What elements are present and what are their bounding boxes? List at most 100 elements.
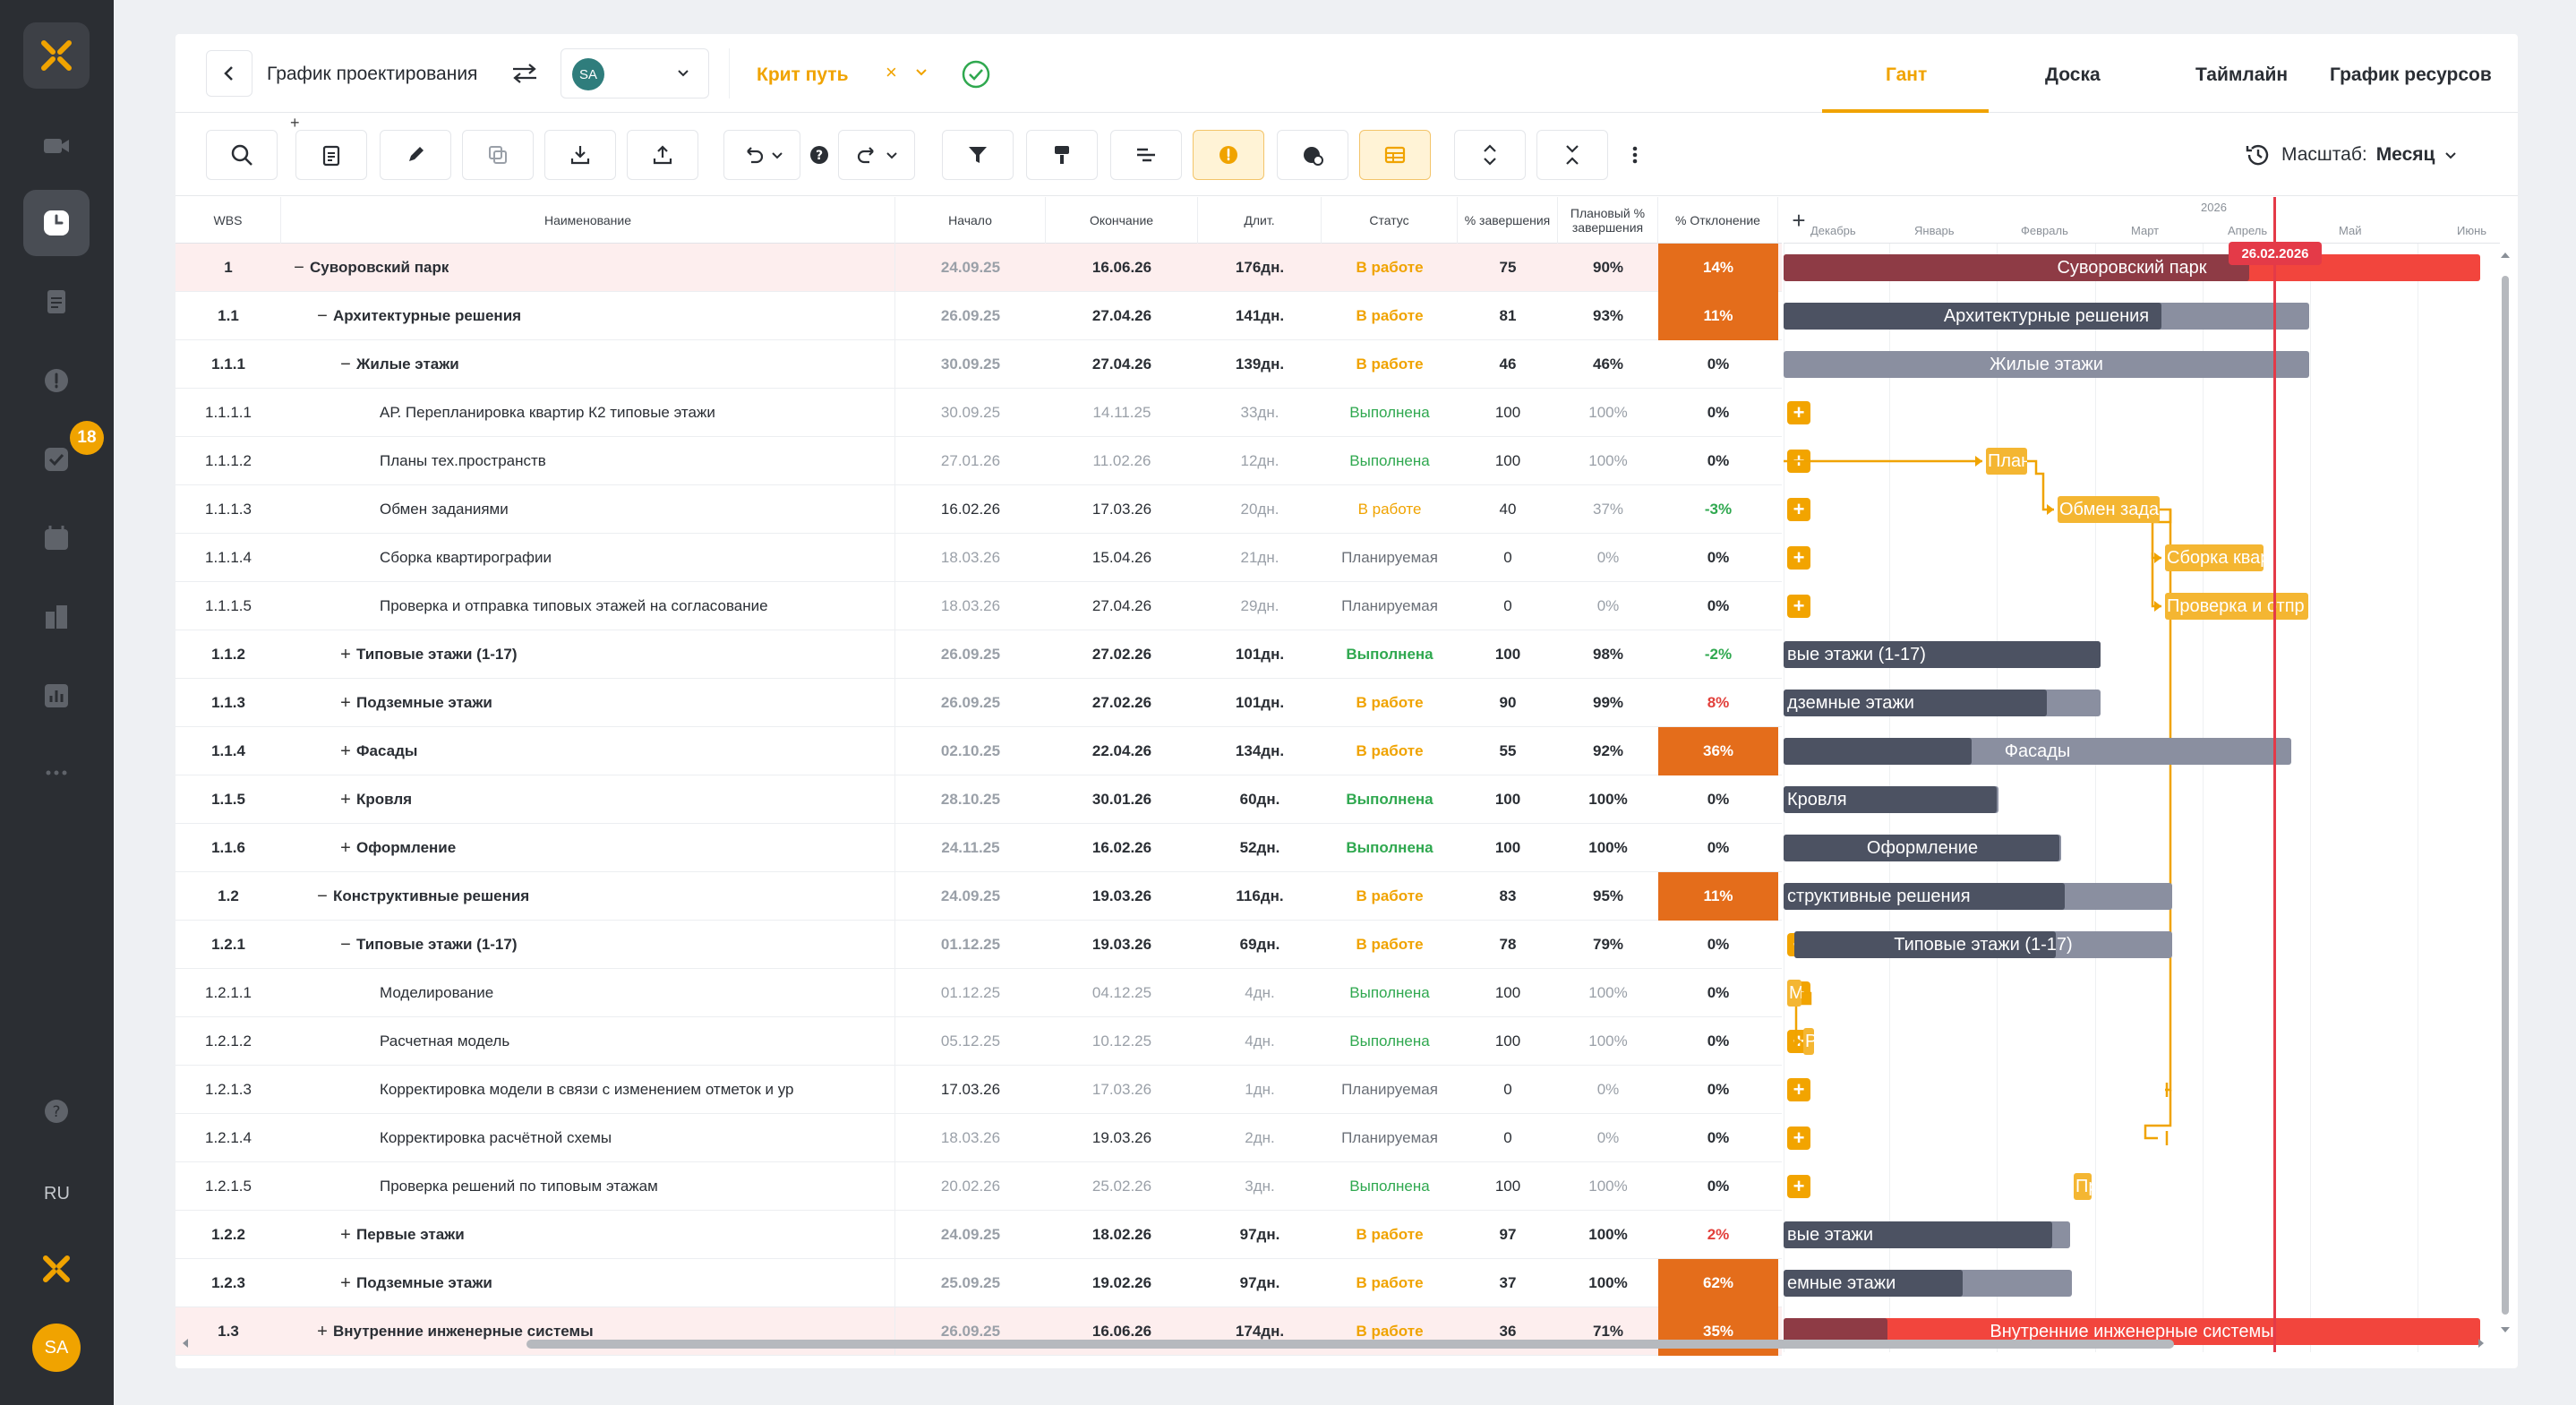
percent-cell[interactable]: 100 (1458, 437, 1558, 485)
gantt-summary-bar[interactable]: вые этажи (1-17) (1784, 641, 2101, 668)
gantt-summary-bar[interactable]: Жилые этажи (1784, 351, 2309, 378)
end-date-cell[interactable]: 04.12.25 (1046, 969, 1198, 1017)
rail-alerts-button[interactable] (23, 347, 90, 414)
table-row[interactable]: 1.1.1.3 Обмен заданиями 16.02.26 17.03.26 20… (175, 485, 1810, 534)
gantt-task-bar[interactable]: Проверка и отпр (2165, 593, 2308, 620)
scroll-up-icon[interactable] (2499, 249, 2512, 261)
percent-cell[interactable]: 100 (1458, 1162, 1558, 1211)
col-planned-percent[interactable]: Плановый % завершения (1558, 197, 1658, 244)
switch-project-button[interactable] (505, 57, 544, 90)
user-avatar[interactable]: SA (32, 1324, 81, 1372)
name-cell[interactable]: Планы тех.пространств (281, 437, 895, 485)
start-date-cell[interactable]: 30.09.25 (895, 389, 1046, 437)
end-date-cell[interactable]: 16.06.26 (1046, 244, 1198, 292)
language-switch[interactable]: RU (0, 1184, 114, 1204)
tab-gantt[interactable]: Гант (1886, 64, 1927, 86)
task-name[interactable]: Подземные этажи (349, 694, 492, 712)
critical-path-filter[interactable]: Крит путь × (729, 48, 1123, 99)
col-deviation[interactable]: % Отклонение (1658, 197, 1778, 244)
gantt-summary-bar[interactable]: Оформление (1784, 835, 2061, 861)
rail-calendar-button[interactable] (23, 505, 90, 571)
percent-cell[interactable]: 100 (1458, 824, 1558, 872)
end-date-cell[interactable]: 16.02.26 (1046, 824, 1198, 872)
name-cell[interactable]: АР. Перепланировка квартир К2 типовые эт… (281, 389, 895, 437)
end-date-cell[interactable]: 17.03.26 (1046, 1066, 1198, 1114)
start-date-cell[interactable]: 26.09.25 (895, 679, 1046, 727)
rail-more-button[interactable] (23, 740, 90, 806)
status-cell[interactable]: Выполнена (1322, 437, 1458, 485)
percent-cell[interactable]: 100 (1458, 775, 1558, 824)
status-cell[interactable]: В работе (1322, 872, 1458, 921)
align-button[interactable] (1110, 130, 1182, 180)
status-cell[interactable]: В работе (1322, 340, 1458, 389)
name-cell[interactable]: − Суворовский парк (281, 244, 895, 292)
gantt-summary-bar[interactable]: вые этажи (1784, 1221, 2070, 1248)
percent-cell[interactable]: 100 (1458, 630, 1558, 679)
back-button[interactable] (206, 50, 252, 97)
task-name[interactable]: Проверка и отправка типовых этажей на со… (372, 597, 768, 615)
status-cell[interactable]: В работе (1322, 244, 1458, 292)
status-cell[interactable]: В работе (1322, 1211, 1458, 1259)
undo-button[interactable] (723, 130, 800, 180)
task-name[interactable]: Кровля (349, 791, 412, 809)
rail-brand-button[interactable] (23, 1236, 90, 1302)
baseline-button[interactable] (1277, 130, 1348, 180)
gantt-task-bar[interactable]: Ра (1803, 1028, 1814, 1055)
task-name[interactable]: Оформление (349, 839, 456, 857)
end-date-cell[interactable]: 27.02.26 (1046, 630, 1198, 679)
col-status[interactable]: Статус (1322, 197, 1458, 244)
copy-button[interactable] (462, 130, 534, 180)
name-cell[interactable]: Корректировка модели в связи с изменение… (281, 1066, 895, 1114)
rail-schedule-button[interactable] (23, 190, 90, 256)
duration-cell[interactable]: 116дн. (1198, 872, 1322, 921)
end-date-cell[interactable]: 14.11.25 (1046, 389, 1198, 437)
gantt-task-bar[interactable]: Пр (2074, 1173, 2092, 1200)
format-painter-button[interactable] (1026, 130, 1098, 180)
start-date-cell[interactable]: 18.03.26 (895, 582, 1046, 630)
duration-cell[interactable]: 139дн. (1198, 340, 1322, 389)
end-date-cell[interactable]: 10.12.25 (1046, 1017, 1198, 1066)
critical-path-button[interactable] (1193, 130, 1264, 180)
gantt-summary-bar[interactable]: структивные решения (1784, 883, 2172, 910)
duration-cell[interactable]: 52дн. (1198, 824, 1322, 872)
status-cell[interactable]: В работе (1322, 921, 1458, 969)
horizontal-scroll-thumb[interactable] (526, 1340, 2174, 1349)
duration-cell[interactable]: 101дн. (1198, 679, 1322, 727)
tab-resources[interactable]: График ресурсов (2330, 64, 2492, 86)
gantt-task-bar[interactable]: М (1787, 980, 1801, 1007)
task-name[interactable]: Типовые этажи (1-17) (349, 646, 518, 664)
app-logo-button[interactable] (23, 22, 90, 89)
name-cell[interactable]: Обмен заданиями (281, 485, 895, 534)
status-cell[interactable]: В работе (1322, 727, 1458, 775)
name-cell[interactable]: Расчетная модель (281, 1017, 895, 1066)
duration-cell[interactable]: 97дн. (1198, 1259, 1322, 1307)
end-date-cell[interactable]: 22.04.26 (1046, 727, 1198, 775)
rail-video-button[interactable] (23, 113, 90, 179)
expand-all-button[interactable] (1454, 130, 1526, 180)
collapse-all-button[interactable] (1536, 130, 1608, 180)
col-percent[interactable]: % завершения (1458, 197, 1558, 244)
check-circle-icon[interactable] (961, 59, 991, 90)
duration-cell[interactable]: 4дн. (1198, 1017, 1322, 1066)
percent-cell[interactable]: 97 (1458, 1211, 1558, 1259)
redo-button[interactable] (838, 130, 915, 180)
task-name[interactable]: Моделирование (372, 984, 493, 1002)
start-date-cell[interactable]: 02.10.25 (895, 727, 1046, 775)
percent-cell[interactable]: 81 (1458, 292, 1558, 340)
status-cell[interactable]: Выполнена (1322, 824, 1458, 872)
start-date-cell[interactable]: 30.09.25 (895, 340, 1046, 389)
scroll-right-icon[interactable] (2475, 1337, 2487, 1349)
percent-cell[interactable]: 37 (1458, 1259, 1558, 1307)
task-name[interactable]: Архитектурные решения (326, 307, 521, 325)
col-duration[interactable]: Длит. (1198, 197, 1322, 244)
table-row[interactable]: 1.2.1.4 Корректировка расчётной схемы 18.0… (175, 1114, 1810, 1162)
status-cell[interactable]: Планируемая (1322, 534, 1458, 582)
end-date-cell[interactable]: 27.02.26 (1046, 679, 1198, 727)
name-cell[interactable]: + Оформление (281, 824, 895, 872)
vertical-scroll-thumb[interactable] (2502, 276, 2509, 1315)
start-date-cell[interactable]: 27.01.26 (895, 437, 1046, 485)
status-cell[interactable]: В работе (1322, 485, 1458, 534)
add-task-button[interactable] (295, 130, 367, 180)
scroll-left-icon[interactable] (179, 1337, 192, 1349)
gantt-summary-bar[interactable]: Кровля (1784, 786, 1998, 813)
